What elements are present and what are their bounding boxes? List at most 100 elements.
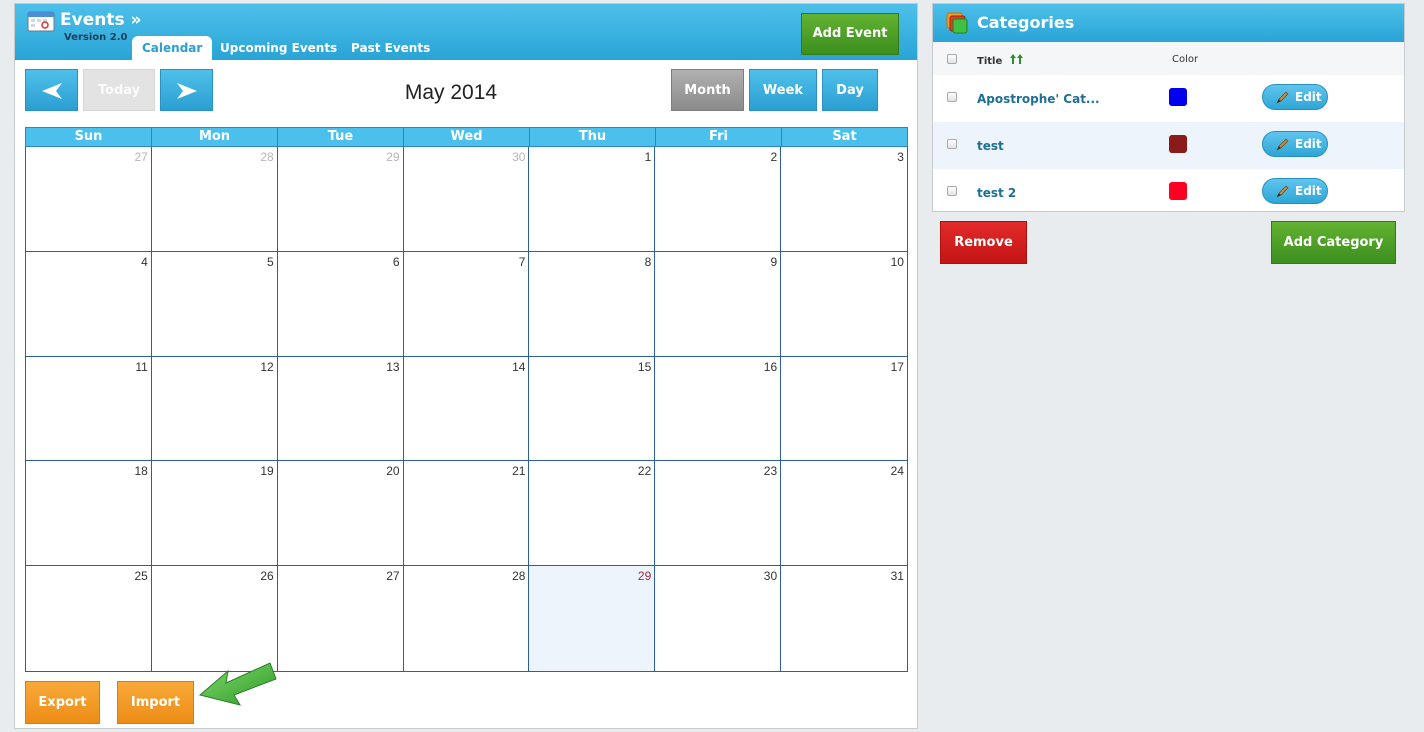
calendar-day-cell[interactable]: 16 [655,356,782,462]
calendar-day-cell[interactable]: 3 [781,147,907,252]
view-day-button[interactable]: Day [822,69,878,111]
add-category-button[interactable]: Add Category [1271,221,1396,264]
calendar-day-cell[interactable]: 2 [655,147,782,252]
category-name[interactable]: test [977,139,1004,153]
calendar-day-cell[interactable]: 13 [277,356,404,462]
weekday-header: Sun Mon Tue Wed Thu Fri Sat [25,127,908,147]
edit-button[interactable]: Edit [1262,178,1328,204]
edit-button[interactable]: Edit [1262,84,1328,110]
calendar-day-cell[interactable]: 5 [151,251,278,357]
column-title[interactable]: Title [977,54,1024,67]
day-number: 9 [770,254,778,269]
calendar-day-cell[interactable]: 30 [655,566,782,671]
row-checkbox[interactable] [947,186,957,196]
calendar-day-cell[interactable]: 18 [26,461,152,567]
day-number: 19 [260,464,274,479]
day-number: 5 [267,254,274,269]
sort-arrows-icon[interactable] [1009,54,1024,64]
calendar-day-cell[interactable]: 8 [529,251,656,357]
month-title: May 2014 [404,81,498,104]
category-row: test Edit [933,122,1404,169]
calendar-grid: 27 28 29 30 1 2 3 4 5 6 7 8 9 10 11 12 13 14 15 16 17 18 19 20 2… [25,147,908,672]
day-number: 27 [134,150,148,164]
events-title[interactable]: Events » [60,10,141,30]
row-checkbox[interactable] [947,92,957,102]
weekday-label: Fri [656,128,782,146]
day-number: 20 [386,464,400,479]
calendar-day-cell[interactable]: 9 [655,251,782,357]
day-number: 4 [141,254,148,269]
calendar-day-cell[interactable]: 20 [277,461,404,567]
column-color: Color [1172,54,1199,65]
next-month-button[interactable] [160,69,213,111]
edit-label: Edit [1295,137,1322,151]
category-name[interactable]: test 2 [977,186,1016,200]
calendar-day-cell[interactable]: 12 [151,356,278,462]
weekday-label: Sat [832,129,857,144]
category-name[interactable]: Apostrophe' Cat... [977,92,1100,106]
view-week-button[interactable]: Week [749,69,817,111]
day-number: 12 [260,359,274,374]
add-event-button[interactable]: Add Event [801,13,899,55]
select-all-checkbox[interactable] [947,54,957,64]
calendar-day-cell[interactable]: 17 [781,357,907,462]
day-number: 2 [770,150,778,164]
calendar-day-cell[interactable]: 14 [403,356,530,462]
day-number: 18 [134,464,148,479]
categories-header: Categories [933,4,1404,42]
row-checkbox[interactable] [947,139,957,149]
calendar-day-cell[interactable]: 26 [152,566,278,671]
day-number: 7 [518,254,526,269]
calendar-day-cell[interactable]: 31 [781,566,907,671]
calendar-day-cell[interactable]: 30 [403,147,530,252]
day-number: 1 [644,150,652,164]
day-number: 23 [763,464,778,479]
calendar-day-cell[interactable]: 24 [781,461,907,567]
calendar-day-cell[interactable]: 11 [26,356,152,462]
categories-title: Categories [977,13,1075,32]
tab-upcoming-events[interactable]: Upcoming Events [210,36,347,60]
day-number: 22 [637,464,652,479]
day-number: 24 [890,464,904,479]
color-swatch [1169,182,1187,200]
weekday-label: Thu [530,128,656,146]
arrow-right-icon [176,83,197,99]
calendar-day-cell[interactable]: 19 [151,461,278,567]
day-number: 21 [512,464,526,479]
export-button[interactable]: Export [25,681,100,724]
calendar-day-cell[interactable]: 27 [278,566,404,671]
remove-button[interactable]: Remove [940,221,1027,264]
today-button[interactable]: Today [83,69,155,111]
calendar-day-cell[interactable]: 22 [529,461,656,567]
view-month-button[interactable]: Month [671,69,744,111]
categories-panel: Categories Title Color Apostrophe' Cat..… [932,3,1405,212]
calendar-day-cell[interactable]: 29 [529,566,656,671]
prev-month-button[interactable] [25,69,78,111]
calendar-day-cell[interactable]: 28 [151,147,278,252]
calendar-day-cell[interactable]: 7 [403,251,530,357]
day-number: 26 [260,569,274,584]
pencil-icon [1276,91,1289,104]
calendar-day-cell[interactable]: 10 [781,252,907,357]
tab-calendar[interactable]: Calendar [132,36,213,60]
calendar-day-cell[interactable]: 25 [26,566,152,671]
edit-button[interactable]: Edit [1262,131,1328,157]
calendar-day-cell[interactable]: 6 [277,251,404,357]
calendar-day-cell[interactable]: 29 [277,147,404,252]
calendar-day-cell[interactable]: 23 [655,461,782,567]
day-number: 28 [512,569,526,584]
edit-label: Edit [1295,184,1322,198]
tab-past-events[interactable]: Past Events [341,36,440,60]
import-button[interactable]: Import [117,681,194,724]
calendar-day-cell[interactable]: 21 [403,461,530,567]
calendar-day-cell[interactable]: 15 [529,356,656,462]
calendar-day-cell[interactable]: 28 [404,566,530,671]
arrow-left-icon [41,83,62,99]
weekday-label: Mon [152,128,278,146]
weekday-label: Sun [26,128,152,146]
calendar-day-cell[interactable]: 27 [26,147,152,252]
calendar-day-cell[interactable]: 4 [26,251,152,357]
calendar-day-cell[interactable]: 1 [529,147,656,252]
day-number: 31 [890,569,904,584]
edit-label: Edit [1295,90,1322,104]
